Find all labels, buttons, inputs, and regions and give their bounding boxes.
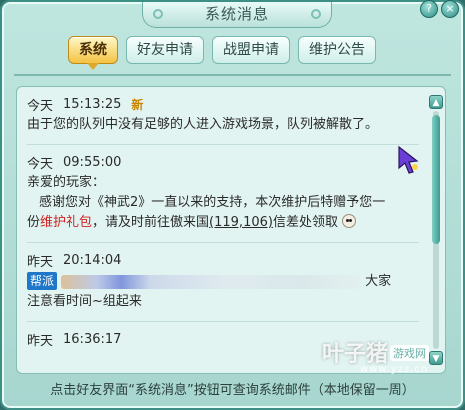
message-header: 昨天 20:14:04 — [27, 251, 419, 270]
message-header: 今天 15:13:25 新 — [27, 95, 419, 114]
message-item: 今天 09:55:00 亲爱的玩家： 感谢您对《神武2》一直以来的支持，本次维护… — [27, 153, 419, 243]
coordinate-link[interactable]: (119,106) — [209, 215, 273, 230]
guild-message-line2: 注意看时间~组起来 — [27, 294, 142, 309]
footer-hint: 点击好友界面“系统消息”按钮可查询系统邮件（本地保留一周） — [50, 383, 415, 398]
arrow-up-icon[interactable]: ▲ — [429, 95, 443, 109]
guild-tag: 帮派 — [27, 272, 58, 290]
wand-cursor-icon — [398, 145, 419, 174]
message-time: 16:36:17 — [63, 332, 122, 347]
watermark-logo: 叶子猪 游戏网 www.yzz.cn — [322, 336, 447, 375]
message-list[interactable]: 今天 15:13:25 新 由于您的队列中没有足够的人进入游戏场景，队列被解散了… — [17, 87, 427, 373]
system-message-window: 系统消息 ? × 系统 好友申请 战盟申请 维护公告 今天 15:13:25 新… — [0, 0, 465, 410]
message-text-line1: 感谢您对《神武2》一直以来的支持，本次维护后特赠予您一 — [39, 195, 386, 210]
title-ornament-right-icon — [311, 9, 321, 19]
tab-maintenance-notice[interactable]: 维护公告 — [298, 36, 376, 64]
window-title: 系统消息 — [204, 5, 269, 23]
message-item: 昨天 20:14:04 帮派 大家 注意看时间~组起来 — [27, 251, 419, 322]
message-day: 今天 — [27, 157, 54, 172]
message-time: 15:13:25 — [63, 97, 122, 112]
tab-bar: 系统 好友申请 战盟申请 维护公告 — [68, 36, 376, 70]
message-panel: 今天 15:13:25 新 由于您的队列中没有足够的人进入游戏场景，队列被解散了… — [16, 86, 446, 374]
text-suffix: ，请及时前往傲来国 — [92, 215, 210, 230]
text-prefix: 份 — [27, 215, 41, 230]
new-badge: 新 — [131, 98, 144, 112]
message-tail: 大家 — [365, 274, 392, 289]
scroll-thumb[interactable] — [432, 115, 440, 244]
window-controls: ? × — [420, 0, 459, 18]
message-day: 今天 — [27, 99, 54, 114]
blurred-content — [61, 274, 362, 289]
gift-link[interactable]: 维护礼包 — [40, 215, 92, 230]
scroll-track[interactable] — [432, 111, 440, 349]
title-ornament-left-icon — [153, 9, 163, 19]
tab-friend-requests[interactable]: 好友申请 — [126, 36, 204, 64]
tab-system[interactable]: 系统 — [68, 36, 118, 70]
text-end: 信差处领取 — [272, 215, 338, 230]
message-header: 今天 09:55:00 — [27, 153, 419, 172]
tab-divider — [14, 74, 451, 76]
message-item: 今天 15:13:25 新 由于您的队列中没有足够的人进入游戏场景，队列被解散了… — [27, 95, 419, 145]
message-time: 20:14:04 — [63, 253, 122, 268]
message-text: 由于您的队列中没有足够的人进入游戏场景，队列被解散了。 — [27, 117, 379, 132]
help-button[interactable]: ? — [420, 0, 438, 18]
message-greeting: 亲爱的玩家： — [27, 175, 106, 190]
guild-message-line1: 帮派 大家 — [27, 272, 419, 291]
message-text-line2: 份维护礼包，请及时前往傲来国(119,106)信差处领取 — [27, 214, 419, 232]
watermark-badge: 游戏网 — [390, 345, 430, 361]
watermark-url: www.yzz.cn — [360, 364, 429, 375]
close-button[interactable]: × — [441, 0, 459, 18]
title-bar: 系统消息 — [142, 2, 332, 28]
message-day: 昨天 — [27, 334, 54, 349]
message-day: 昨天 — [27, 255, 54, 270]
message-time: 09:55:00 — [63, 155, 122, 170]
scrollbar[interactable]: ▲ ▼ — [429, 95, 443, 365]
tab-alliance-requests[interactable]: 战盟申请 — [212, 36, 290, 64]
smiley-icon — [342, 214, 357, 228]
